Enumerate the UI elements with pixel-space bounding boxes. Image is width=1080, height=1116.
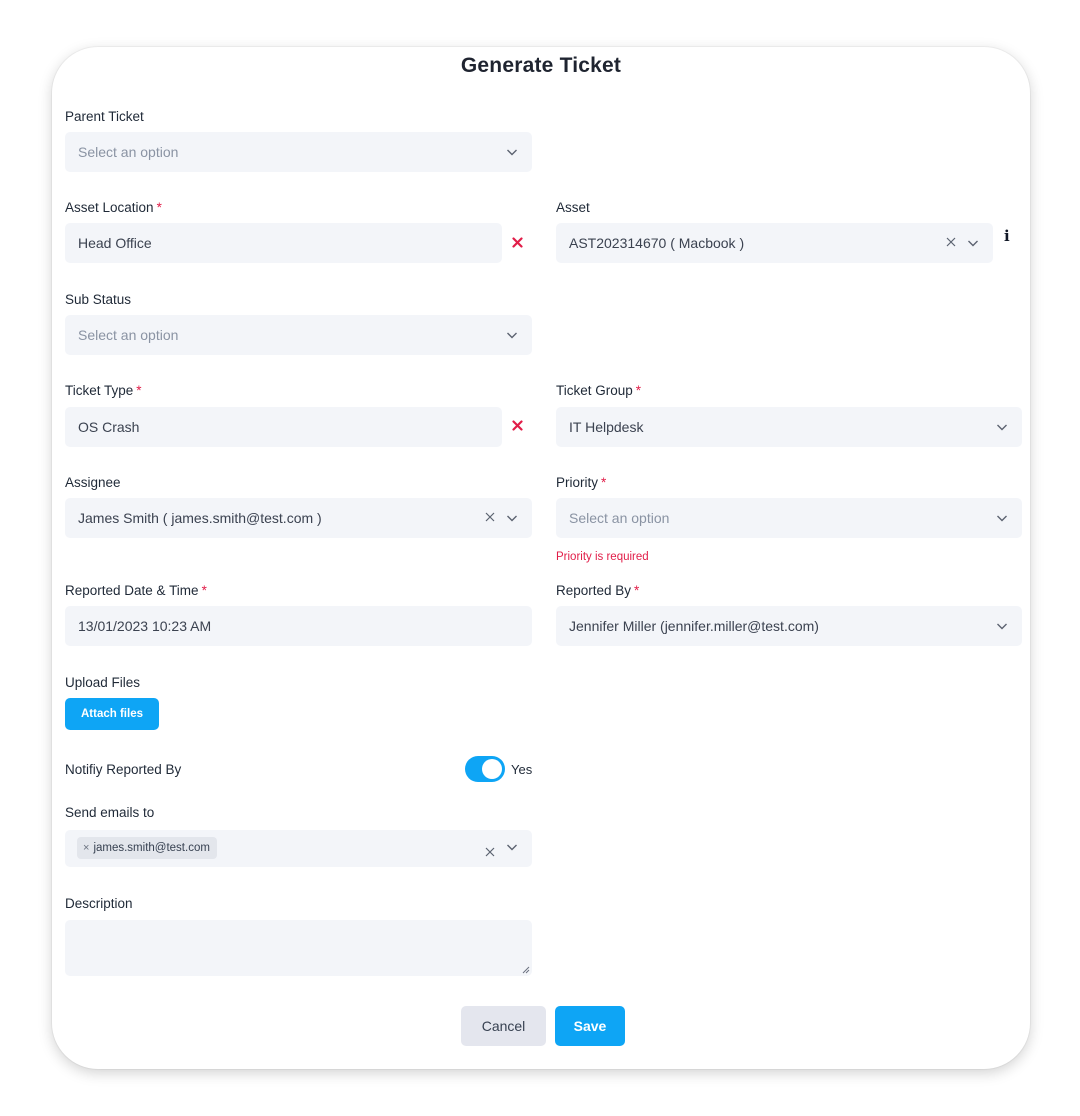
resize-handle-icon[interactable] <box>522 966 530 974</box>
ticket-group-select[interactable]: IT Helpdesk <box>556 407 1022 447</box>
description-label-text: Description <box>65 896 133 911</box>
generate-ticket-modal: Generate Ticket Parent Ticket Select an … <box>52 47 1030 1069</box>
reported-date-input[interactable]: 13/01/2023 10:23 AM <box>65 606 532 646</box>
asset-label: Asset <box>556 200 590 215</box>
upload-files-label-text: Upload Files <box>65 675 141 690</box>
chevron-down-icon <box>997 424 1007 431</box>
required-marker: * <box>136 383 142 398</box>
toggle-knob <box>482 759 502 779</box>
ticket-group-label-text: Ticket Group <box>556 383 633 398</box>
sub-status-label: Sub Status <box>65 292 131 307</box>
chevron-down-icon <box>507 149 517 156</box>
ticket-type-value: OS Crash <box>78 419 140 435</box>
parent-ticket-label: Parent Ticket <box>65 109 144 124</box>
chevron-down-icon <box>997 515 1007 522</box>
asset-location-label: Asset Location * <box>65 200 162 215</box>
upload-files-label: Upload Files <box>65 675 140 690</box>
asset-label-text: Asset <box>556 200 590 215</box>
info-icon[interactable]: i <box>1004 227 1010 245</box>
assignee-label: Assignee <box>65 475 121 490</box>
reported-by-label: Reported By * <box>556 583 639 598</box>
email-chip: × james.smith@test.com <box>77 837 217 859</box>
email-chip-label: james.smith@test.com <box>93 842 210 854</box>
sub-status-select[interactable]: Select an option <box>65 315 532 355</box>
asset-location-value: Head Office <box>78 235 152 251</box>
priority-error: Priority is required <box>556 551 649 563</box>
required-marker: * <box>635 383 642 398</box>
send-emails-label-text: Send emails to <box>65 805 155 820</box>
required-marker: * <box>601 475 607 490</box>
save-button[interactable]: Save <box>555 1006 625 1046</box>
red-close-icon[interactable] <box>512 237 523 248</box>
asset-select[interactable]: AST202314670 ( Macbook ) <box>556 223 993 263</box>
priority-select[interactable]: Select an option <box>556 498 1022 538</box>
chevron-down-icon <box>968 240 978 247</box>
parent-ticket-select[interactable]: Select an option <box>65 132 532 172</box>
asset-value: AST202314670 ( Macbook ) <box>569 235 745 251</box>
notify-toggle-label: Yes <box>511 762 533 777</box>
notify-label-text: Notifiy Reported By <box>65 762 182 777</box>
ticket-group-value: IT Helpdesk <box>569 419 644 435</box>
reported-date-label-text: Reported Date & Time <box>65 583 199 598</box>
priority-placeholder: Select an option <box>569 510 670 526</box>
reported-date-label: Reported Date & Time * <box>65 583 207 598</box>
assignee-select[interactable]: James Smith ( james.smith@test.com ) <box>65 498 532 538</box>
red-close-icon[interactable] <box>512 420 523 431</box>
description-label: Description <box>65 896 133 911</box>
sub-status-placeholder: Select an option <box>78 327 179 343</box>
ticket-group-label: Ticket Group * <box>556 383 641 398</box>
modal-title: Generate Ticket <box>460 54 622 77</box>
reported-by-select[interactable]: Jennifer Miller (jennifer.miller@test.co… <box>556 606 1022 646</box>
ticket-type-label: Ticket Type * <box>65 383 142 398</box>
assignee-value: James Smith ( james.smith@test.com ) <box>78 510 322 526</box>
ticket-type-label-text: Ticket Type <box>65 383 134 398</box>
required-marker: * <box>634 583 640 598</box>
chip-remove-icon[interactable]: × <box>83 842 89 854</box>
reported-by-value: Jennifer Miller (jennifer.miller@test.co… <box>569 618 819 634</box>
chevron-down-icon <box>507 844 517 851</box>
cancel-button[interactable]: Cancel <box>461 1006 546 1046</box>
asset-location-select[interactable]: Head Office <box>65 223 502 263</box>
attach-files-button[interactable]: Attach files <box>65 698 159 730</box>
asset-location-label-text: Asset Location <box>65 200 154 215</box>
notify-label: Notifiy Reported By <box>65 762 181 777</box>
assignee-label-text: Assignee <box>65 475 121 490</box>
sub-status-label-text: Sub Status <box>65 292 132 307</box>
description-textarea[interactable] <box>65 920 532 976</box>
send-emails-multiselect[interactable]: × james.smith@test.com <box>65 830 532 867</box>
reported-date-value: 13/01/2023 10:23 AM <box>78 618 212 634</box>
required-marker: * <box>201 583 207 598</box>
chevron-down-icon <box>997 623 1007 630</box>
send-emails-label: Send emails to <box>65 805 154 820</box>
required-marker: * <box>156 200 162 215</box>
close-icon[interactable] <box>484 846 496 858</box>
chevron-down-icon <box>507 332 517 339</box>
ticket-type-select[interactable]: OS Crash <box>65 407 502 447</box>
notify-toggle[interactable] <box>465 756 505 782</box>
close-icon[interactable] <box>945 236 957 248</box>
parent-ticket-placeholder: Select an option <box>78 144 179 160</box>
priority-label: Priority * <box>556 475 606 490</box>
close-icon[interactable] <box>484 511 496 523</box>
reported-by-label-text: Reported By <box>556 583 632 598</box>
chevron-down-icon <box>507 515 517 522</box>
parent-ticket-label-text: Parent Ticket <box>65 109 144 124</box>
priority-label-text: Priority <box>556 475 599 490</box>
